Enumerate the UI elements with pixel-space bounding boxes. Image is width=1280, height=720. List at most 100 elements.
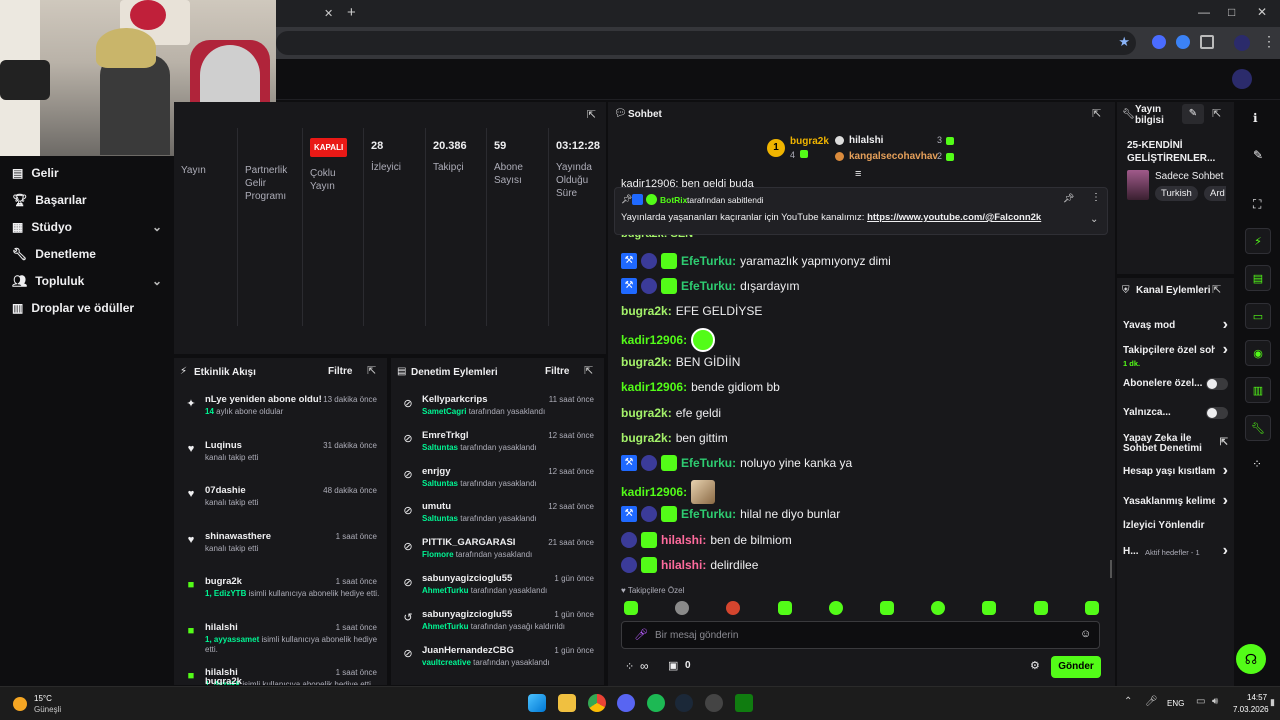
leader-name[interactable]: kangalsecohavhav — [849, 151, 938, 162]
chat-username[interactable]: bugra2k: — [621, 355, 672, 369]
chat-bubble-icon[interactable]: ▭ — [1245, 303, 1271, 329]
unpin-icon[interactable]: 📌︎ — [1063, 193, 1074, 204]
edit-pencil-icon[interactable]: ✎ — [1182, 104, 1204, 124]
chat-username[interactable]: EfeTurku: — [681, 456, 736, 470]
channel-action-row[interactable]: Hesap yaşı kısıtlama › — [1123, 462, 1228, 480]
chat-input[interactable]: 🎤︎ Bir mesaj gönderin ☺ — [621, 621, 1100, 649]
emote[interactable] — [624, 601, 638, 615]
collapse-icon[interactable]: ≡ — [855, 168, 861, 180]
chat-username[interactable]: EfeTurku: — [681, 507, 736, 521]
settings-gear-icon[interactable]: ⚙ — [1030, 659, 1040, 672]
list-item[interactable]: ■ bugra2k 1 saat önce 1, EdizYTB isimli kul… — [174, 574, 387, 619]
send-button[interactable]: Gönder — [1051, 656, 1101, 678]
nav-item-basarilar[interactable]: 🏆︎ Başarılar — [12, 193, 162, 207]
nav-item-studyo[interactable]: ▦ Stüdyo ⌄ — [12, 220, 162, 234]
layout-icon[interactable]: ▥ — [1245, 377, 1271, 403]
close-window-button[interactable]: ✕ — [1257, 5, 1267, 19]
filter-button[interactable]: Filtre — [328, 366, 352, 377]
chat-username[interactable]: kadir12906: — [621, 485, 687, 499]
leader-name[interactable]: bugra2k — [790, 136, 829, 147]
emote[interactable] — [829, 601, 843, 615]
list-item[interactable]: ♥ Luqinus 31 dakika önce kanalı takip etti — [174, 438, 387, 474]
url-bar[interactable]: ★ — [276, 31, 1136, 55]
fullscreen-icon[interactable]: ⛶ — [1253, 197, 1261, 212]
channel-action-row[interactable]: Takipçilere özel soh 1 dk. › — [1123, 341, 1228, 368]
emote[interactable] — [1085, 601, 1099, 615]
more-options-icon[interactable]: ⋮ — [1091, 192, 1101, 203]
notification-icon[interactable]: ▮ — [1270, 697, 1275, 708]
channel-action-row[interactable]: Yasaklanmış kelime › — [1123, 492, 1228, 510]
microphone-icon[interactable]: 🎤︎ — [1145, 696, 1158, 707]
leader-name[interactable]: hilalshi — [849, 135, 883, 146]
maximize-button[interactable]: □ — [1228, 5, 1235, 19]
nav-item-gelir[interactable]: ▤ Gelir — [12, 166, 162, 180]
steam-icon[interactable] — [675, 694, 693, 712]
document-icon[interactable]: ▤ — [1245, 265, 1271, 291]
chat-username[interactable]: kadir12906: — [621, 380, 687, 394]
popout-icon[interactable]: ⇱ — [1092, 107, 1101, 120]
emote[interactable] — [726, 601, 740, 615]
popout-icon[interactable]: ⇱ — [367, 364, 376, 377]
discord-icon[interactable] — [617, 694, 635, 712]
channel-action-row[interactable]: Yavaş mod › — [1123, 316, 1228, 334]
toggle-switch[interactable] — [1206, 378, 1228, 390]
nav-item-denetleme[interactable]: 🔧︎ Denetleme — [12, 247, 162, 261]
lightning-icon[interactable]: ⚡︎ — [1245, 228, 1271, 254]
info-icon[interactable]: ℹ︎ — [1253, 111, 1258, 125]
volume-icon[interactable]: 🔊︎ — [1212, 696, 1218, 707]
file-explorer-icon[interactable] — [558, 694, 576, 712]
category-name[interactable]: Sadece Sohbet — [1155, 171, 1223, 182]
toggle-switch[interactable] — [1206, 407, 1228, 419]
edit-pencil-icon[interactable]: ✎ — [1253, 148, 1263, 162]
tab-close-icon[interactable]: ✕ — [324, 7, 333, 20]
wrench-icon[interactable]: 🔧︎ — [1245, 415, 1271, 441]
store-icon[interactable]: ▣ — [668, 659, 678, 672]
filter-button[interactable]: Filtre — [545, 366, 569, 377]
emoji-icon[interactable]: ☺ — [1080, 628, 1091, 640]
chat-username[interactable]: hilalshi: — [661, 558, 706, 572]
chat-username[interactable]: hilalshi: — [661, 533, 706, 547]
popout-icon[interactable]: ⇱ — [1212, 283, 1221, 296]
list-item[interactable]: ♥ 07dashie 48 dakika önce kanalı takip etti — [174, 483, 387, 519]
tag-chip[interactable]: Turkish — [1155, 186, 1198, 201]
tag-chip[interactable]: Ard — [1204, 186, 1226, 201]
popout-icon[interactable]: ⇱ — [1212, 107, 1221, 120]
popout-icon[interactable]: ⇱ — [587, 108, 596, 121]
channel-action-row[interactable]: Abonelere özel... — [1123, 378, 1228, 392]
channel-points-icon[interactable]: ⁘ — [625, 660, 634, 673]
chat-username[interactable]: bugra2k: — [621, 304, 672, 318]
nav-item-topluluk[interactable]: 👥︎ Topluluk ⌄ — [12, 274, 162, 288]
microphone-icon[interactable]: 🎤︎ — [634, 628, 648, 641]
nav-item-droplar[interactable]: ▥ Droplar ve ödüller — [12, 301, 162, 315]
emote[interactable] — [691, 328, 716, 352]
network-icon[interactable]: ▭ — [1196, 696, 1205, 707]
obs-icon[interactable] — [705, 694, 723, 712]
new-tab-button[interactable]: + — [347, 4, 356, 21]
xbox-icon[interactable] — [735, 694, 753, 712]
list-item[interactable]: ♥ shinawasthere 1 saat önce kanalı takip et… — [174, 529, 387, 565]
emote[interactable] — [1034, 601, 1048, 615]
browser-menu-icon[interactable]: ⋮ — [1262, 33, 1276, 50]
profile-avatar[interactable] — [1234, 35, 1250, 51]
list-item[interactable]: ■ hilalshi 1 saat önce 1, ayyassamet isimli… — [174, 620, 387, 665]
chat-username[interactable]: EfeTurku: — [681, 279, 736, 293]
start-button-icon[interactable] — [528, 694, 546, 712]
broadcast-icon[interactable]: ◉ — [1245, 340, 1271, 366]
chat-username[interactable]: kadir12906: — [621, 333, 687, 347]
user-avatar[interactable] — [1232, 69, 1252, 89]
popout-icon[interactable]: ⇱ — [584, 364, 593, 377]
list-item[interactable]: ✦ nLye yeniden abone oldu! 13 dakika önce 1… — [174, 392, 387, 428]
bookmark-star-icon[interactable]: ★ — [1118, 34, 1130, 50]
extension-icon[interactable] — [1176, 35, 1190, 49]
chat-scrollbar[interactable] — [1110, 560, 1112, 578]
emote[interactable] — [675, 601, 689, 615]
channel-action-row[interactable]: Yalnızca... — [1123, 407, 1228, 421]
chat-username[interactable]: bugra2k: — [621, 406, 672, 420]
chevron-down-icon[interactable]: ⌄ — [1090, 214, 1098, 225]
extension-icon[interactable] — [1152, 35, 1166, 49]
chat-username[interactable]: bugra2k: — [621, 431, 672, 445]
language-indicator[interactable]: ENG — [1167, 699, 1184, 708]
emote[interactable] — [931, 601, 945, 615]
emote[interactable] — [982, 601, 996, 615]
emote[interactable] — [880, 601, 894, 615]
